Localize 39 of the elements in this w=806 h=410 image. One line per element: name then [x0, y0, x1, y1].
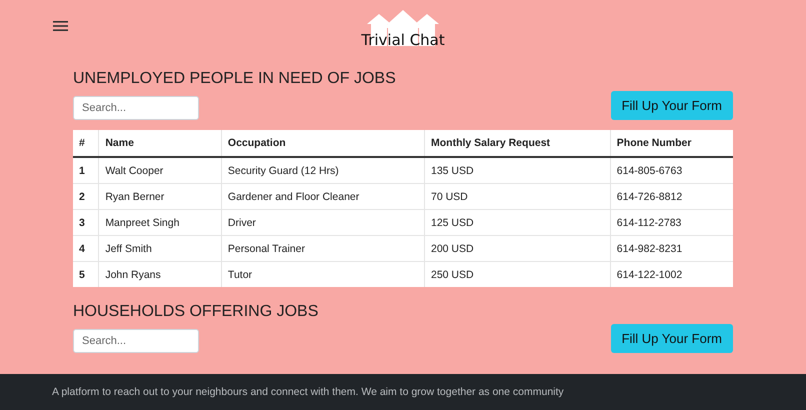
table-cell: Manpreet Singh	[98, 210, 222, 236]
brand-name[interactable]: Trivial Chat	[361, 31, 445, 49]
table-cell: Jeff Smith	[98, 236, 222, 262]
table-cell: 4	[73, 236, 99, 262]
column-header: Name	[98, 130, 222, 157]
menu-icon[interactable]	[53, 20, 68, 32]
table-cell: John Ryans	[98, 262, 222, 287]
search-field[interactable]: Search...	[73, 329, 199, 353]
section-title: UNEMPLOYED PEOPLE IN NEED OF JOBS	[73, 70, 397, 88]
table-cell: Tutor	[221, 262, 424, 287]
footer-text: A platform to reach out to your neighbours and connect with them. We aim to grow together as one community	[52, 386, 564, 398]
table-cell: 614-726-8812	[610, 184, 733, 210]
table-cell: 135 USD	[424, 157, 610, 184]
table-cell: Walt Cooper	[98, 157, 222, 184]
table-cell: 614-112-2783	[610, 210, 733, 236]
search-field[interactable]: Search...	[73, 96, 199, 120]
table-cell: Gardener and Floor Cleaner	[221, 184, 424, 210]
column-header: #	[73, 130, 99, 157]
column-header: Phone Number	[610, 130, 733, 157]
table-cell: 614-805-6763	[610, 157, 733, 184]
form-button[interactable]: Fill Up Your Form	[610, 91, 733, 120]
table-cell: Driver	[221, 210, 424, 236]
column-header: Occupation	[221, 130, 424, 157]
table-cell: Personal Trainer	[221, 236, 424, 262]
table-cell: 250 USD	[424, 262, 610, 287]
table-cell: 70 USD	[424, 184, 610, 210]
table-cell: 5	[73, 262, 99, 287]
table-cell: 614-982-8231	[610, 236, 733, 262]
table-cell: 1	[73, 157, 99, 184]
table-cell: Security Guard (12 Hrs)	[221, 157, 424, 184]
section-title: HOUSEHOLDS OFFERING JOBS	[73, 303, 320, 321]
table-cell: 125 USD	[424, 210, 610, 236]
table-cell: 614-122-1002	[610, 262, 733, 287]
table-cell: 3	[73, 210, 99, 236]
table-cell: 200 USD	[424, 236, 610, 262]
table-cell: 2	[73, 184, 99, 210]
table-cell: Ryan Berner	[98, 184, 222, 210]
form-button[interactable]: Fill Up Your Form	[610, 324, 733, 353]
column-header: Monthly Salary Request	[424, 130, 610, 157]
